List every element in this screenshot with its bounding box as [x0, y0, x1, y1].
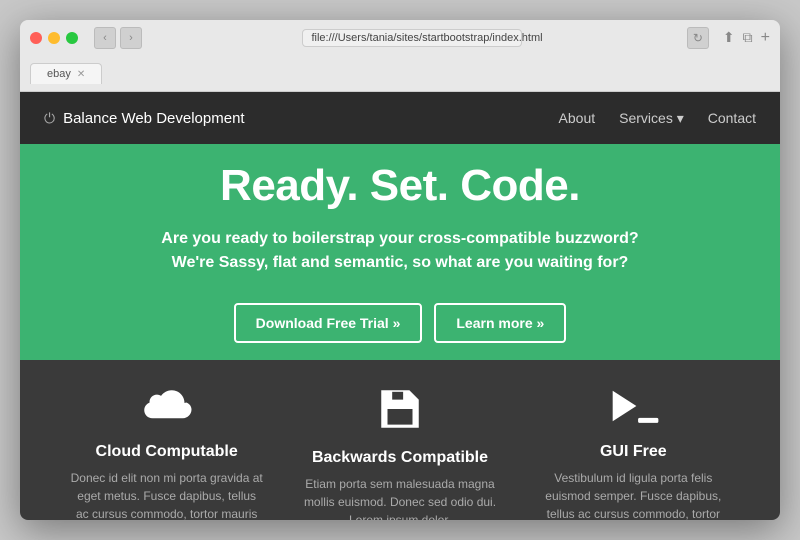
nav-services[interactable]: Services ▾ [619, 110, 684, 127]
expand-icon[interactable]: ⧉ [743, 29, 753, 47]
website-content: ⏻ Balance Web Development About Services… [20, 92, 780, 520]
refresh-button[interactable]: ↻ [687, 27, 709, 49]
terminal-icon [605, 384, 661, 433]
tab-close-icon[interactable]: ✕ [77, 69, 85, 80]
feature-terminal: GUI Free Vestibulum id ligula porta feli… [517, 384, 750, 496]
brand-name: Balance Web Development [63, 110, 245, 127]
learn-more-button[interactable]: Learn more » [434, 303, 566, 343]
floppy-disk-icon [375, 384, 425, 439]
hero-title: Ready. Set. Code. [220, 161, 580, 211]
tab-label: ebay [47, 68, 71, 80]
minimize-button[interactable] [48, 32, 60, 44]
hero-section: Ready. Set. Code. Are you ready to boile… [20, 144, 780, 360]
feature-floppy-title: Backwards Compatible [312, 449, 488, 467]
hero-subtitle: Are you ready to boilerstrap your cross-… [140, 227, 660, 275]
browser-chrome: ‹ › file:///Users/tania/sites/startboots… [20, 20, 780, 92]
feature-floppy: Backwards Compatible Etiam porta sem mal… [283, 384, 516, 496]
download-trial-button[interactable]: Download Free Trial » [234, 303, 423, 343]
feature-cloud: Cloud Computable Donec id elit non mi po… [50, 384, 283, 496]
close-button[interactable] [30, 32, 42, 44]
brand: ⏻ Balance Web Development [44, 110, 559, 127]
feature-cloud-text: Donec id elit non mi porta gravida at eg… [70, 469, 263, 520]
new-tab-icon[interactable]: + [761, 29, 770, 47]
nav-about[interactable]: About [559, 110, 596, 126]
maximize-button[interactable] [66, 32, 78, 44]
hero-buttons: Download Free Trial » Learn more » [234, 303, 567, 343]
tab-bar: ebay ✕ [20, 56, 780, 84]
feature-terminal-text: Vestibulum id ligula porta felis euismod… [537, 469, 730, 520]
title-bar: ‹ › file:///Users/tania/sites/startboots… [20, 20, 780, 56]
share-icon[interactable]: ⬆ [723, 29, 735, 47]
nav-contact[interactable]: Contact [708, 110, 756, 126]
active-tab[interactable]: ebay ✕ [30, 63, 102, 84]
forward-button[interactable]: › [120, 27, 142, 49]
features-section: Cloud Computable Donec id elit non mi po… [20, 360, 780, 520]
address-bar[interactable]: file:///Users/tania/sites/startbootstrap… [302, 29, 522, 47]
nav-buttons: ‹ › [94, 27, 142, 49]
feature-cloud-title: Cloud Computable [96, 443, 238, 461]
feature-terminal-title: GUI Free [600, 443, 667, 461]
nav-links: About Services ▾ Contact [559, 110, 756, 127]
cloud-icon [139, 384, 195, 433]
browser-window: ‹ › file:///Users/tania/sites/startboots… [20, 20, 780, 520]
feature-floppy-text: Etiam porta sem malesuada magna mollis e… [303, 475, 496, 520]
back-button[interactable]: ‹ [94, 27, 116, 49]
power-icon: ⏻ [44, 110, 55, 127]
site-navbar: ⏻ Balance Web Development About Services… [20, 92, 780, 144]
